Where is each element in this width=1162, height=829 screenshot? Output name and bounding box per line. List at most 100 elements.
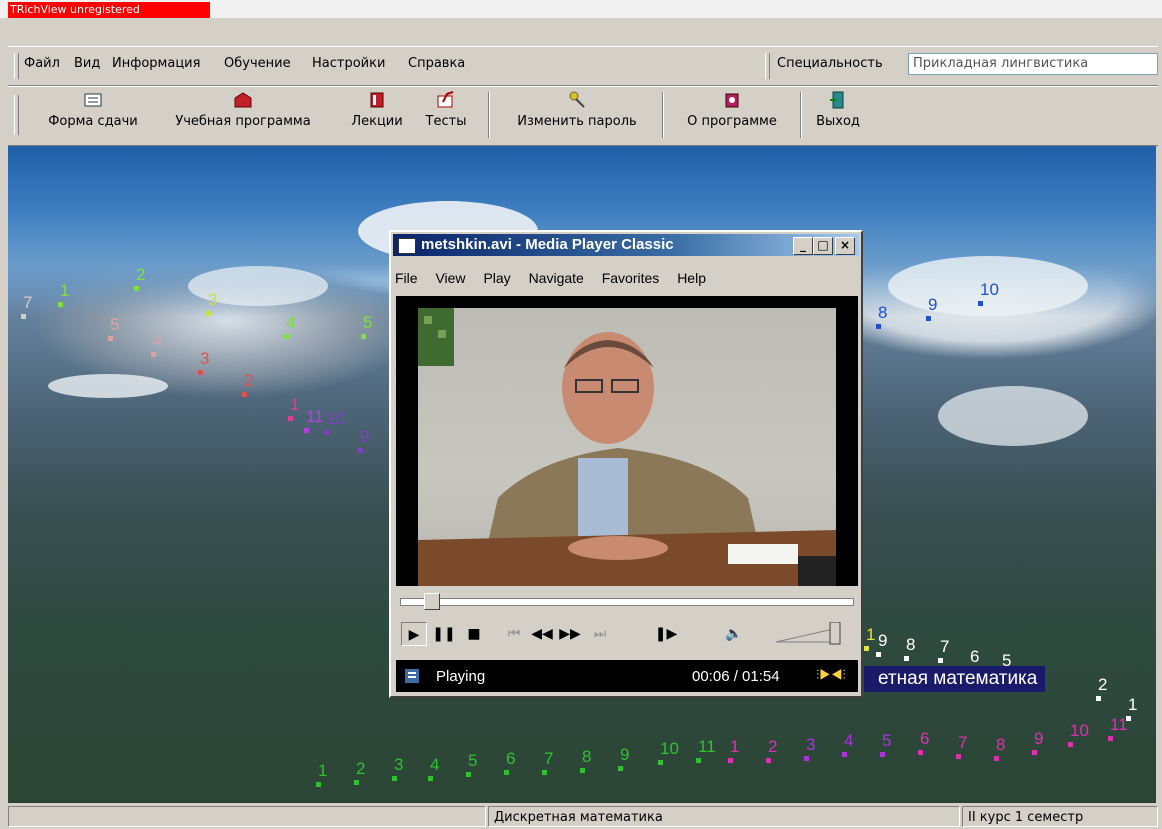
- path-marker: [504, 770, 509, 775]
- snow-field: [938, 386, 1088, 446]
- player-menu-help[interactable]: Help: [677, 270, 706, 286]
- menu-help[interactable]: Справка: [408, 56, 465, 71]
- player-menu-favorites[interactable]: Favorites: [602, 270, 660, 286]
- path-label[interactable]: 3: [208, 291, 217, 308]
- path-label[interactable]: 2: [1098, 676, 1107, 693]
- player-menu-view[interactable]: View: [435, 270, 465, 286]
- path-label[interactable]: 3: [200, 350, 209, 367]
- path-label[interactable]: 10: [326, 410, 345, 427]
- pause-button[interactable]: ❚❚: [431, 622, 457, 646]
- rewind-icon[interactable]: ◀◀: [529, 622, 555, 646]
- specialty-grip[interactable]: [765, 53, 770, 79]
- volume-slider[interactable]: [774, 622, 852, 646]
- path-label[interactable]: 5: [110, 316, 119, 333]
- seek-bar[interactable]: [400, 598, 854, 606]
- tests-button[interactable]: Тесты: [414, 90, 478, 142]
- path-label[interactable]: 3: [806, 736, 815, 753]
- path-marker: [926, 316, 931, 321]
- menu-grip[interactable]: [14, 53, 19, 79]
- path-label[interactable]: 11: [1110, 716, 1128, 733]
- exit-button[interactable]: Выход: [806, 90, 870, 142]
- path-label[interactable]: 11: [306, 408, 324, 425]
- path-label[interactable]: 4: [153, 332, 162, 349]
- path-label[interactable]: 8: [582, 748, 591, 765]
- exit-button-label: Выход: [816, 114, 860, 129]
- path-marker: [904, 656, 909, 661]
- fast-forward-icon[interactable]: ▶▶: [557, 622, 583, 646]
- next-icon[interactable]: ⏭: [587, 622, 613, 646]
- path-label[interactable]: 8: [878, 304, 887, 321]
- path-label[interactable]: 4: [430, 756, 439, 773]
- lectures-button[interactable]: Лекции: [342, 90, 412, 142]
- path-label[interactable]: 1: [1128, 696, 1137, 713]
- path-label[interactable]: 4: [844, 732, 853, 749]
- path-label[interactable]: 1: [60, 282, 69, 299]
- seek-thumb[interactable]: [424, 593, 440, 610]
- player-menu-file[interactable]: File: [395, 270, 418, 286]
- minimize-button[interactable]: _: [793, 237, 813, 255]
- maximize-button[interactable]: □: [813, 237, 833, 255]
- subject-banner[interactable]: етная математика: [864, 666, 1046, 692]
- path-label[interactable]: 2: [768, 738, 777, 755]
- path-label[interactable]: 7: [544, 750, 553, 767]
- path-label[interactable]: 9: [620, 746, 629, 763]
- path-label[interactable]: 10: [660, 740, 679, 757]
- path-label[interactable]: 10: [980, 281, 999, 298]
- path-label[interactable]: 4: [286, 314, 295, 331]
- path-label[interactable]: 11: [698, 738, 716, 755]
- path-label[interactable]: 10: [1070, 722, 1089, 739]
- path-label[interactable]: 6: [920, 730, 929, 747]
- toolbar-grip[interactable]: [14, 95, 19, 135]
- change-password-button[interactable]: Изменить пароль: [498, 90, 656, 142]
- path-marker: [864, 646, 869, 651]
- path-marker: [58, 302, 63, 307]
- path-marker: [316, 782, 321, 787]
- path-label[interactable]: 9: [928, 296, 937, 313]
- path-label[interactable]: 6: [970, 648, 979, 665]
- stop-button[interactable]: ■: [461, 622, 487, 646]
- path-label[interactable]: 3: [394, 756, 403, 773]
- play-button[interactable]: ▶: [401, 622, 427, 646]
- path-label[interactable]: 9: [360, 428, 369, 445]
- form-icon: [84, 93, 102, 107]
- path-label[interactable]: 1: [290, 396, 299, 413]
- frame-step-icon[interactable]: ❚▶: [653, 622, 679, 646]
- path-marker: [618, 766, 623, 771]
- path-label[interactable]: 1: [730, 738, 739, 755]
- menu-info[interactable]: Информация: [112, 56, 200, 71]
- player-titlebar[interactable]: metshkin.avi - Media Player Classic _ □ …: [393, 234, 859, 256]
- player-menu-play[interactable]: Play: [483, 270, 510, 286]
- path-label[interactable]: 9: [1034, 730, 1043, 747]
- path-label[interactable]: 5: [468, 752, 477, 769]
- menu-file[interactable]: Файл: [24, 56, 60, 71]
- path-label[interactable]: 9: [878, 632, 887, 649]
- specialty-field[interactable]: Прикладная лингвистика: [908, 53, 1158, 75]
- about-button[interactable]: О программе: [670, 90, 794, 142]
- path-label[interactable]: 7: [958, 734, 967, 751]
- video-area[interactable]: [396, 296, 858, 586]
- program-button[interactable]: Учебная программа: [154, 90, 332, 142]
- path-label[interactable]: 1: [318, 762, 327, 779]
- menu-training[interactable]: Обучение: [224, 56, 291, 71]
- path-label[interactable]: 8: [996, 736, 1005, 753]
- path-label[interactable]: 6: [506, 750, 515, 767]
- volume-thumb[interactable]: [829, 622, 841, 645]
- menu-settings[interactable]: Настройки: [312, 56, 385, 71]
- speaker-icon[interactable]: 🔈: [721, 622, 747, 646]
- media-player-window[interactable]: metshkin.avi - Media Player Classic _ □ …: [389, 230, 863, 698]
- path-label[interactable]: 5: [882, 732, 891, 749]
- path-label[interactable]: 8: [906, 636, 915, 653]
- path-label[interactable]: 2: [356, 760, 365, 777]
- path-label[interactable]: 2: [244, 372, 253, 389]
- path-label[interactable]: 5: [363, 314, 372, 331]
- change-password-label: Изменить пароль: [517, 114, 637, 129]
- menu-view[interactable]: Вид: [74, 56, 100, 71]
- path-label[interactable]: 7: [23, 294, 32, 311]
- player-menu-navigate[interactable]: Navigate: [529, 270, 584, 286]
- path-label[interactable]: 2: [136, 266, 145, 283]
- close-button[interactable]: ×: [835, 237, 855, 255]
- path-label[interactable]: 7: [940, 638, 949, 655]
- path-label[interactable]: 1: [866, 626, 875, 643]
- form-button[interactable]: Форма сдачи: [34, 90, 152, 142]
- previous-icon[interactable]: ⏮: [501, 622, 527, 646]
